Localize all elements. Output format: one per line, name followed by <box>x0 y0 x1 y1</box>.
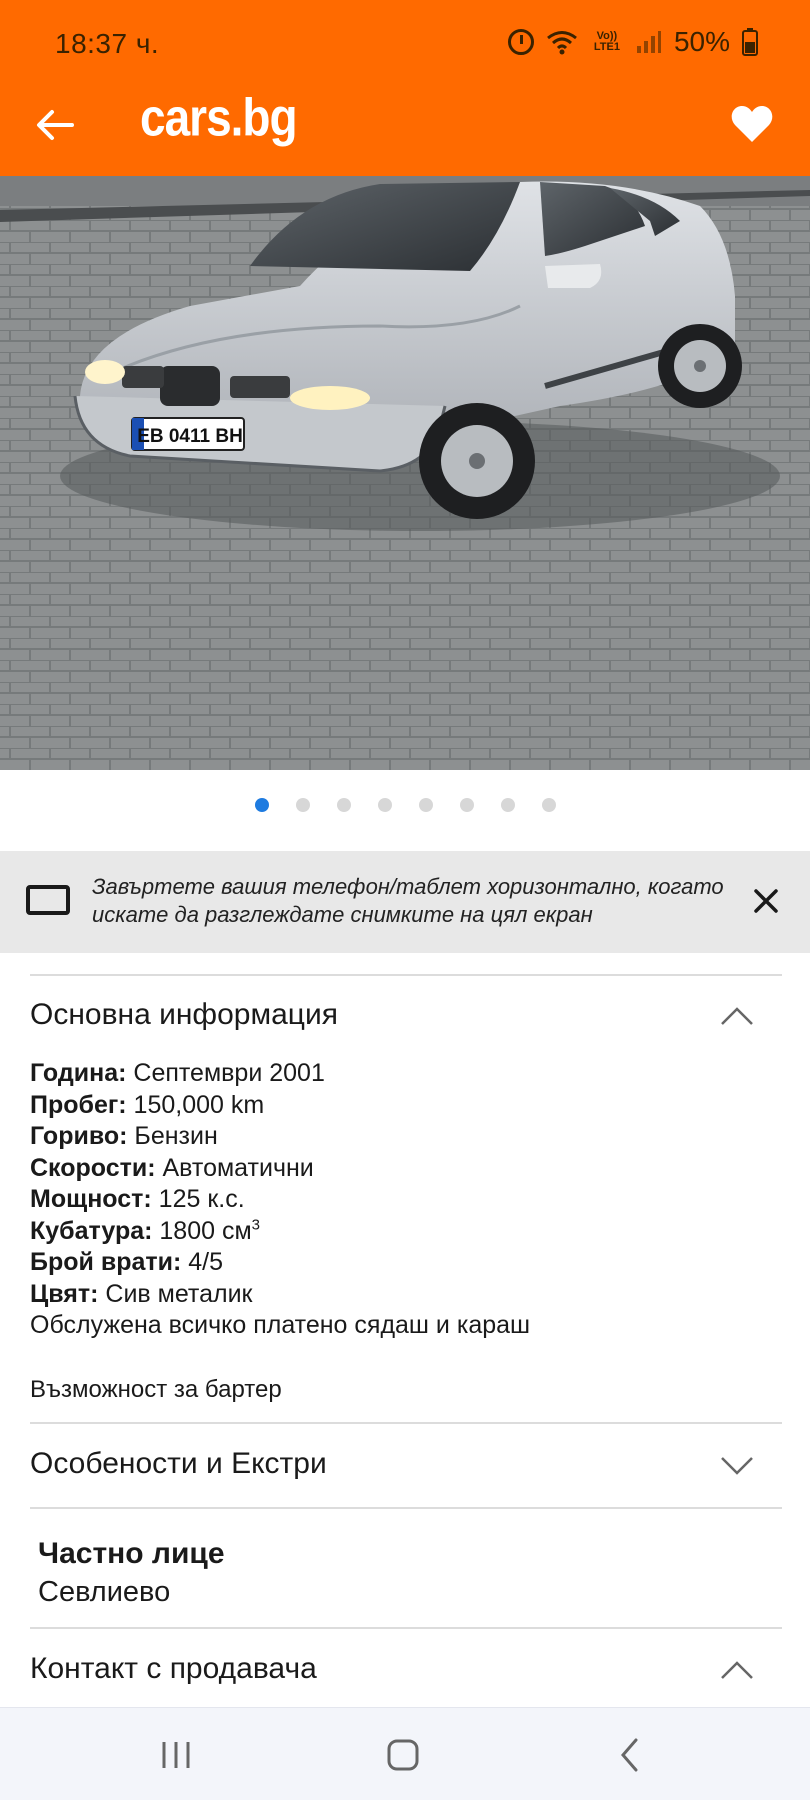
close-icon <box>754 889 778 913</box>
plate-text: EB 0411 BH <box>137 426 243 447</box>
seller-type: Частно лице <box>38 1537 225 1570</box>
divider <box>30 1422 782 1424</box>
arrow-left-icon <box>37 110 74 140</box>
gallery-pager[interactable] <box>0 798 810 816</box>
info-row-mileage: Пробег: 150,000 km <box>30 1090 265 1119</box>
divider <box>30 974 782 976</box>
favorite-button[interactable] <box>724 96 780 152</box>
divider <box>30 1507 782 1509</box>
basic-info-list: Година: Септември 2001 Пробег: 150,000 k… <box>30 1058 770 1342</box>
status-time: 18:37 ч. <box>55 28 160 59</box>
recent-apps-icon <box>162 1742 190 1768</box>
home-icon <box>387 1739 419 1771</box>
volte-label: Vo)) LTE1 <box>593 30 620 53</box>
app-bar: cars.bg <box>0 87 810 176</box>
heart-icon <box>731 106 773 142</box>
status-bar: 18:37 ч. Vo)) LTE1 50% <box>0 0 810 90</box>
gallery-dot[interactable] <box>459 798 474 812</box>
seller-city: Севлиево <box>38 1576 171 1608</box>
contact-header[interactable]: Контакт с продавача <box>30 1652 317 1686</box>
gallery-dot[interactable] <box>295 798 310 812</box>
gallery-dot[interactable] <box>377 798 392 812</box>
signal-icon <box>636 30 662 54</box>
chevron-up-icon[interactable] <box>720 1660 754 1680</box>
back-button[interactable] <box>28 98 82 152</box>
alarm-icon <box>507 29 534 55</box>
info-row-doors: Брой врати: 4/5 <box>30 1248 224 1276</box>
battery-percent: 50% <box>673 26 730 57</box>
system-nav-bar <box>0 1707 810 1800</box>
car-photo[interactable]: EB 0411 BH <box>0 176 810 770</box>
info-row-power: Мощност: 125 к.с. <box>30 1185 245 1213</box>
landscape-phone-icon <box>26 885 70 915</box>
gallery-dot[interactable] <box>500 798 515 812</box>
info-row-fuel: Гориво: Бензин <box>30 1122 218 1150</box>
gallery-dot[interactable] <box>336 798 351 812</box>
app-logo[interactable]: cars.bg <box>140 86 298 148</box>
back-icon <box>621 1738 638 1772</box>
top-bar: 18:37 ч. Vo)) LTE1 50% cars.bg <box>0 0 810 176</box>
wifi-icon <box>546 29 578 55</box>
home-button[interactable] <box>373 1730 433 1780</box>
battery-icon <box>742 28 758 56</box>
info-row-transmission: Скорости: Автоматични <box>30 1153 314 1182</box>
recent-apps-button[interactable] <box>146 1730 206 1780</box>
close-tip-button[interactable] <box>746 881 786 921</box>
chevron-down-icon[interactable] <box>720 1456 754 1476</box>
divider <box>30 1627 782 1629</box>
info-row-year: Година: Септември 2001 <box>30 1059 325 1087</box>
features-header[interactable]: Особености и Екстри <box>30 1447 327 1481</box>
info-row-displacement: Кубатура: 1800 см3 <box>30 1216 260 1245</box>
basic-info-header[interactable]: Основна информация <box>30 998 338 1032</box>
rotate-tip-text: Завъртете вашия телефон/таблет хоризонта… <box>92 874 724 927</box>
gallery-dot[interactable] <box>254 798 269 812</box>
system-back-button[interactable] <box>600 1730 660 1780</box>
gallery-dot[interactable] <box>541 798 556 812</box>
barter-text: Възможност за бартер <box>30 1376 282 1403</box>
rotate-tip-banner: Завъртете вашия телефон/таблет хоризонта… <box>0 851 810 953</box>
gallery-dot[interactable] <box>418 798 433 812</box>
status-icons: Vo)) LTE1 50% <box>507 26 758 58</box>
chevron-up-icon[interactable] <box>720 1006 754 1026</box>
volte-indicator: Vo)) LTE1 <box>590 31 624 53</box>
description-text: Обслужена всичко платено сядаш и караш <box>30 1311 531 1339</box>
info-row-color: Цвят: Сив металик <box>30 1279 253 1308</box>
car-image: EB 0411 BH <box>0 176 810 770</box>
